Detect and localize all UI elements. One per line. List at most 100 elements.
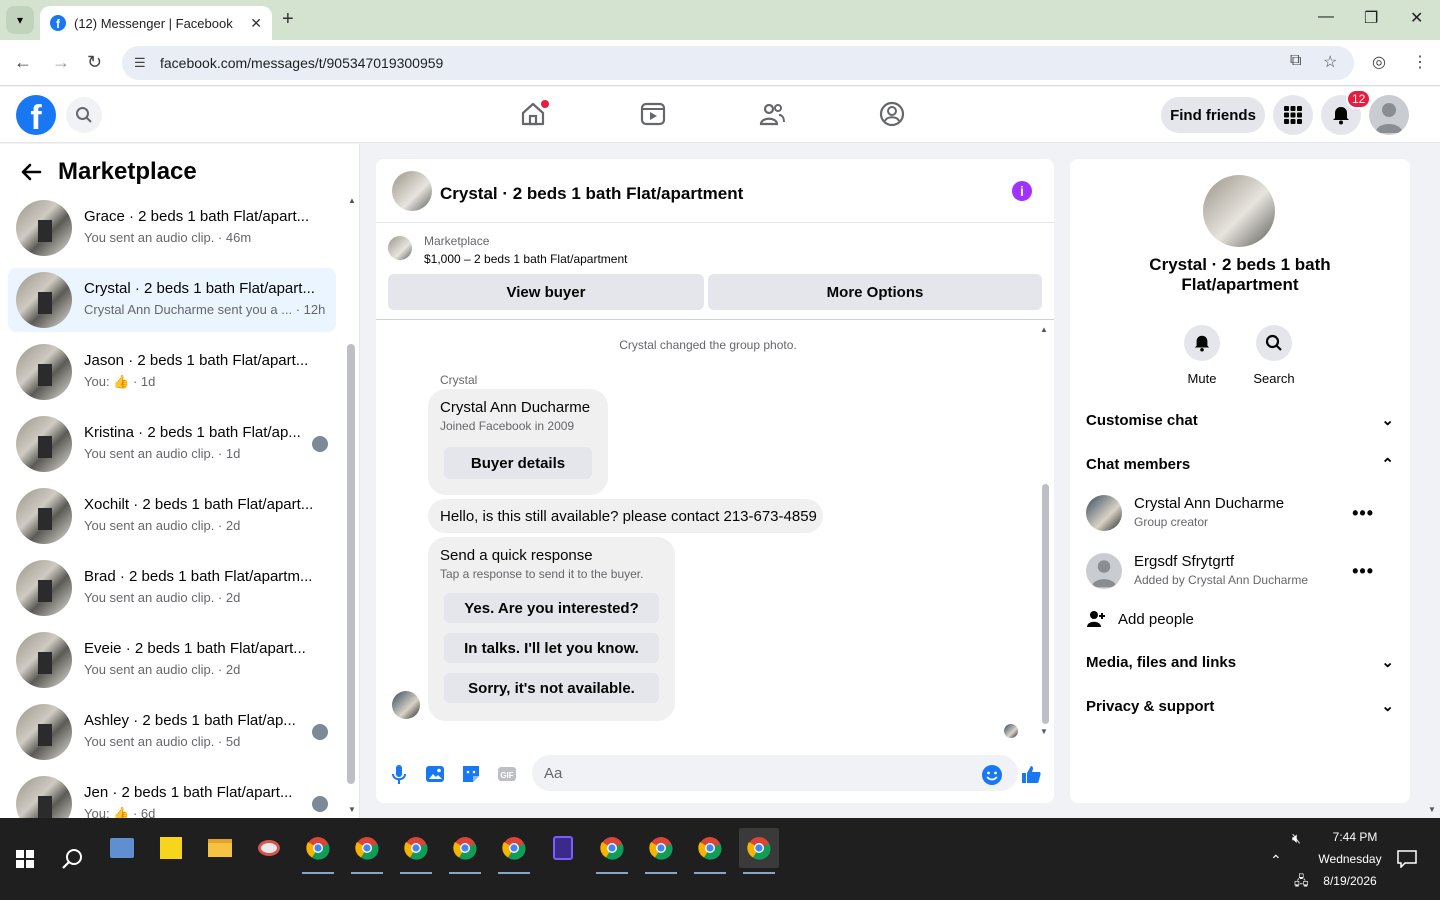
chrome-window-icon[interactable] bbox=[739, 828, 779, 874]
conversation-item[interactable]: Jen · 2 beds 1 bath Flat/apart... You: 👍 … bbox=[8, 772, 336, 818]
conversation-item[interactable]: Crystal · 2 beds 1 bath Flat/apart... Cry… bbox=[8, 268, 336, 332]
search-action[interactable]: Search bbox=[1239, 325, 1309, 386]
new-tab-icon[interactable]: + bbox=[282, 8, 294, 31]
profile-icon[interactable]: ◎ bbox=[1372, 52, 1386, 72]
friends-icon[interactable] bbox=[758, 100, 786, 128]
microphone-icon[interactable] bbox=[388, 763, 410, 785]
site-info-icon[interactable]: ☰ bbox=[134, 55, 150, 71]
conversation-item[interactable]: Eveie · 2 beds 1 bath Flat/apart... You s… bbox=[8, 628, 336, 692]
conversation-item[interactable]: Jason · 2 beds 1 bath Flat/apart... You: … bbox=[8, 340, 336, 404]
gif-icon[interactable]: GIF bbox=[496, 763, 518, 785]
privacy-support-section[interactable]: Privacy & support ⌄ bbox=[1086, 697, 1394, 716]
member-row[interactable]: Ergsdf Sfrytgrtf Added by Crystal Ann Du… bbox=[1086, 551, 1394, 595]
scroll-down-icon[interactable]: ▼ bbox=[348, 805, 356, 814]
page-scroll-down-icon[interactable]: ▼ bbox=[1428, 805, 1436, 814]
groups-icon[interactable] bbox=[878, 100, 906, 128]
install-app-icon[interactable]: ⧉ bbox=[1290, 52, 1301, 70]
tray-chevron-up-icon[interactable]: ⌃ bbox=[1270, 852, 1282, 869]
listing-title[interactable]: $1,000 – 2 beds 1 bath Flat/apartment bbox=[424, 252, 627, 266]
clock-date[interactable]: 8/19/2026 bbox=[1305, 874, 1395, 888]
chrome-window-icon[interactable] bbox=[445, 828, 485, 874]
buyer-details-button[interactable]: Buyer details bbox=[444, 447, 592, 479]
chat-avatar[interactable] bbox=[392, 171, 432, 211]
conversation-name: Brad · 2 beds 1 bath Flat/apartm... bbox=[84, 568, 313, 585]
maximize-icon[interactable]: ❐ bbox=[1364, 8, 1378, 28]
emoji-icon[interactable] bbox=[981, 764, 1003, 786]
conversation-item[interactable]: Brad · 2 beds 1 bath Flat/apartm... You s… bbox=[8, 556, 336, 620]
chrome-window-icon[interactable] bbox=[494, 828, 534, 874]
mute-action[interactable]: Mute bbox=[1167, 325, 1237, 386]
member-row[interactable]: Crystal Ann Ducharme Group creator ••• bbox=[1086, 493, 1394, 537]
quick-reply-sorry-button[interactable]: Sorry, it's not available. bbox=[444, 673, 659, 703]
conversation-item[interactable]: Ashley · 2 beds 1 bath Flat/ap... You sen… bbox=[8, 700, 336, 764]
menu-grid-button[interactable] bbox=[1273, 95, 1313, 135]
chrome-window-icon[interactable] bbox=[690, 828, 730, 874]
listing-thumbnail[interactable] bbox=[388, 236, 412, 260]
reload-icon[interactable]: ↻ bbox=[87, 52, 102, 73]
chat-scrollbar[interactable] bbox=[1042, 484, 1049, 724]
left-scrollbar[interactable] bbox=[347, 344, 355, 784]
sticky-notes-icon[interactable] bbox=[151, 828, 191, 868]
member-avatar[interactable] bbox=[1086, 553, 1122, 589]
url-bar[interactable]: ☰ facebook.com/messages/t/90534701930095… bbox=[122, 46, 1354, 80]
quick-reply-yes-button[interactable]: Yes. Are you interested? bbox=[444, 593, 659, 623]
minimize-icon[interactable]: — bbox=[1318, 8, 1334, 26]
conversation-item[interactable]: Xochilt · 2 beds 1 bath Flat/apart... You… bbox=[8, 484, 336, 548]
conversation-item[interactable]: Grace · 2 beds 1 bath Flat/apart... You s… bbox=[8, 196, 336, 260]
chrome-window-icon[interactable] bbox=[396, 828, 436, 874]
paint-app-icon[interactable] bbox=[249, 828, 289, 868]
add-people-button[interactable]: Add people bbox=[1086, 609, 1394, 629]
message-composer: GIF Aa bbox=[376, 749, 1054, 803]
find-friends-button[interactable]: Find friends bbox=[1161, 97, 1265, 133]
close-window-icon[interactable]: ✕ bbox=[1410, 8, 1423, 28]
message-input[interactable]: Aa bbox=[532, 755, 1018, 791]
pc-app-icon[interactable] bbox=[102, 828, 142, 868]
browser-menu-icon[interactable]: ⋮ bbox=[1412, 52, 1428, 72]
chrome-window-icon[interactable] bbox=[298, 828, 338, 874]
info-icon[interactable]: i bbox=[1012, 181, 1032, 201]
video-icon[interactable] bbox=[639, 100, 667, 128]
chat-scroll-up-icon[interactable]: ▲ bbox=[1040, 325, 1048, 334]
view-buyer-button[interactable]: View buyer bbox=[388, 274, 704, 310]
sticker-icon[interactable] bbox=[460, 763, 482, 785]
windows-start-icon[interactable] bbox=[16, 850, 34, 868]
chrome-window-icon[interactable] bbox=[641, 828, 681, 874]
conversation-name: Crystal · 2 beds 1 bath Flat/apart... bbox=[84, 280, 315, 297]
conversation-item[interactable]: Kristina · 2 beds 1 bath Flat/ap... You s… bbox=[8, 412, 336, 476]
close-tab-icon[interactable]: ✕ bbox=[250, 15, 262, 32]
back-arrow-icon[interactable] bbox=[20, 161, 42, 183]
customise-chat-section[interactable]: Customise chat ⌄ bbox=[1086, 411, 1394, 430]
chat-scroll-down-icon[interactable]: ▼ bbox=[1040, 727, 1048, 736]
sender-avatar[interactable] bbox=[392, 691, 420, 719]
member-options-icon[interactable]: ••• bbox=[1352, 561, 1374, 582]
media-files-label: Media, files and links bbox=[1086, 653, 1237, 671]
facebook-search-button[interactable] bbox=[66, 97, 102, 133]
bookmark-star-icon[interactable]: ☆ bbox=[1323, 52, 1337, 72]
app-purple-icon[interactable] bbox=[543, 828, 583, 868]
account-avatar[interactable] bbox=[1369, 95, 1409, 135]
clock-day[interactable]: Wednesday bbox=[1305, 852, 1395, 866]
forward-icon[interactable]: → bbox=[52, 52, 70, 73]
more-options-button[interactable]: More Options bbox=[708, 274, 1042, 310]
member-options-icon[interactable]: ••• bbox=[1352, 503, 1374, 524]
facebook-logo-icon[interactable]: f bbox=[16, 95, 56, 135]
quick-reply-talks-button[interactable]: In talks. I'll let you know. bbox=[444, 633, 659, 663]
chat-members-section[interactable]: Chat members ⌃ bbox=[1086, 455, 1394, 474]
volume-muted-icon[interactable]: 🔇︎ bbox=[1292, 830, 1301, 847]
member-avatar[interactable] bbox=[1086, 495, 1122, 531]
thumbs-up-icon[interactable] bbox=[1020, 763, 1042, 785]
photo-icon[interactable] bbox=[424, 763, 446, 785]
chrome-window-icon[interactable] bbox=[347, 828, 387, 874]
taskbar-search-icon[interactable] bbox=[62, 848, 84, 870]
tab-search-button[interactable]: ▾ bbox=[6, 6, 34, 34]
browser-tab[interactable]: f (12) Messenger | Facebook ✕ bbox=[40, 6, 272, 40]
back-icon[interactable]: ← bbox=[14, 52, 32, 73]
notification-center-icon[interactable] bbox=[1397, 850, 1417, 868]
chat-title[interactable]: Crystal · 2 beds 1 bath Flat/apartment bbox=[440, 184, 743, 204]
scroll-up-icon[interactable]: ▲ bbox=[348, 196, 356, 205]
chat-details-avatar[interactable] bbox=[1203, 175, 1275, 247]
media-files-section[interactable]: Media, files and links ⌄ bbox=[1086, 653, 1394, 672]
clock-time[interactable]: 7:44 PM bbox=[1310, 830, 1400, 844]
chrome-window-icon[interactable] bbox=[592, 828, 632, 874]
file-explorer-icon[interactable] bbox=[200, 828, 240, 868]
